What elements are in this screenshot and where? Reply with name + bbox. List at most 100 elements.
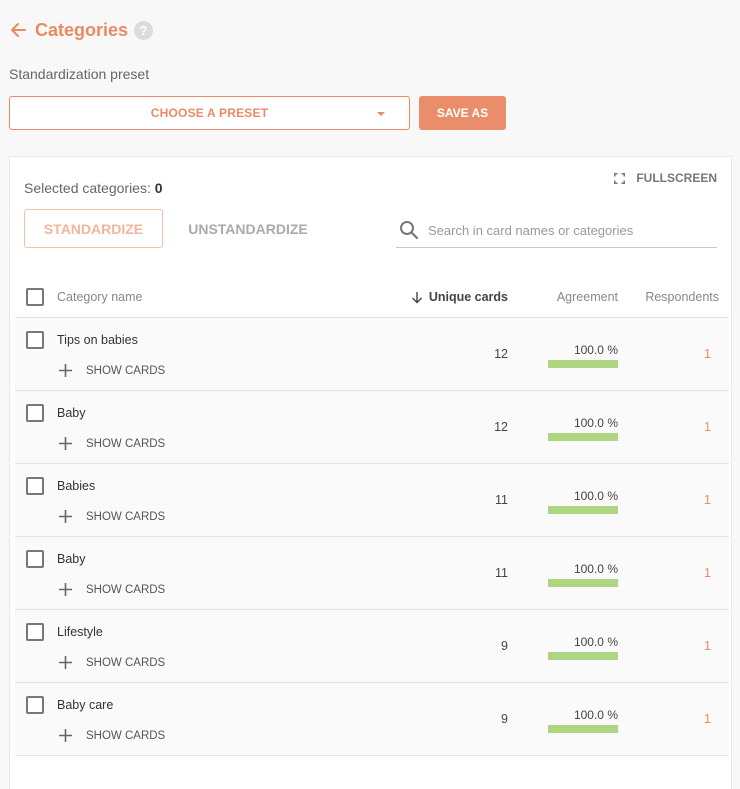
agreement-cell: 100.0 %: [548, 416, 618, 441]
agreement-cell: 100.0 %: [548, 708, 618, 733]
category-name: Baby care: [57, 698, 114, 712]
save-as-button[interactable]: SAVE AS: [419, 96, 506, 130]
selected-categories: Selected categories: 0: [24, 180, 163, 196]
show-cards-button[interactable]: SHOW CARDS: [58, 436, 165, 451]
agreement-bar-fill: [548, 433, 618, 441]
agreement-percent: 100.0 %: [573, 635, 618, 649]
table-row: Baby care SHOW CARDS 9 100.0 % 1: [15, 683, 729, 756]
plus-icon: [59, 583, 72, 596]
show-cards-button[interactable]: SHOW CARDS: [58, 363, 165, 378]
show-cards-button[interactable]: SHOW CARDS: [58, 728, 165, 743]
show-cards-label: SHOW CARDS: [86, 656, 166, 669]
selected-count: 0: [154, 180, 163, 196]
column-header-respondents[interactable]: Respondents: [645, 290, 719, 304]
row-checkbox[interactable]: [26, 696, 44, 714]
respondents-count[interactable]: 1: [704, 347, 711, 361]
agreement-percent: 100.0 %: [573, 416, 618, 430]
agreement-bar-fill: [548, 506, 618, 514]
agreement-bar: [548, 506, 618, 514]
categories-panel: FULLSCREEN Selected categories: 0 STANDA…: [9, 156, 732, 789]
table-row: Baby SHOW CARDS 12 100.0 % 1: [15, 391, 729, 464]
category-name: Baby: [57, 552, 86, 566]
column-header-agreement[interactable]: Agreement: [557, 290, 618, 304]
respondents-count[interactable]: 1: [704, 493, 711, 507]
fullscreen-label: FULLSCREEN: [636, 171, 717, 185]
category-name: Lifestyle: [57, 625, 103, 639]
table-row: Babies SHOW CARDS 11 100.0 % 1: [15, 464, 729, 537]
show-cards-button[interactable]: SHOW CARDS: [58, 655, 165, 670]
unique-cards-count: 11: [495, 566, 508, 580]
agreement-percent: 100.0 %: [573, 343, 618, 357]
category-name: Tips on babies: [57, 333, 138, 347]
plus-icon: [59, 729, 72, 742]
agreement-bar: [548, 652, 618, 660]
arrow-left-icon[interactable]: [9, 21, 27, 39]
plus-icon: [59, 364, 72, 377]
categories-table: Category name Unique cards Agreement Res…: [15, 278, 729, 756]
unique-cards-count: 12: [494, 420, 508, 434]
help-icon[interactable]: ?: [134, 20, 154, 40]
show-cards-button[interactable]: SHOW CARDS: [58, 509, 165, 524]
search-field[interactable]: [396, 213, 717, 248]
show-cards-label: SHOW CARDS: [86, 583, 166, 596]
column-header-unique-cards-label: Unique cards: [428, 290, 508, 304]
unique-cards-count: 9: [501, 712, 508, 726]
agreement-cell: 100.0 %: [548, 343, 618, 368]
respondents-count[interactable]: 1: [704, 712, 711, 726]
category-name: Baby: [57, 406, 86, 420]
caret-down-icon: [377, 112, 385, 116]
table-row: Lifestyle SHOW CARDS 9 100.0 % 1: [15, 610, 729, 683]
show-cards-label: SHOW CARDS: [86, 364, 166, 377]
selected-label: Selected categories:: [24, 180, 151, 196]
standardize-button[interactable]: STANDARDIZE: [24, 209, 163, 248]
agreement-cell: 100.0 %: [548, 489, 618, 514]
row-checkbox[interactable]: [26, 477, 44, 495]
show-cards-button[interactable]: SHOW CARDS: [58, 582, 165, 597]
category-name: Babies: [57, 479, 96, 493]
arrow-down-icon: [411, 291, 422, 303]
preset-select-value: CHOOSE A PRESET: [150, 106, 269, 120]
preset-select[interactable]: CHOOSE A PRESET: [9, 96, 410, 130]
search-input[interactable]: [428, 222, 698, 238]
agreement-cell: 100.0 %: [548, 635, 618, 660]
row-checkbox[interactable]: [26, 623, 44, 641]
page-title: Categories: [35, 19, 129, 40]
agreement-bar-fill: [548, 652, 618, 660]
plus-icon: [59, 510, 72, 523]
column-header-category-name[interactable]: Category name: [57, 290, 142, 304]
table-body: Tips on babies SHOW CARDS 12 100.0 % 1 B…: [15, 318, 729, 756]
agreement-percent: 100.0 %: [573, 562, 618, 576]
fullscreen-button[interactable]: FULLSCREEN: [614, 171, 717, 185]
plus-icon: [59, 437, 72, 450]
plus-icon: [59, 656, 72, 669]
column-header-unique-cards[interactable]: Unique cards: [411, 290, 508, 304]
agreement-cell: 100.0 %: [548, 562, 618, 587]
table-header: Category name Unique cards Agreement Res…: [15, 278, 729, 318]
row-checkbox[interactable]: [26, 404, 44, 422]
select-all-checkbox[interactable]: [26, 288, 44, 306]
unstandardize-button[interactable]: UNSTANDARDIZE: [175, 209, 321, 248]
show-cards-label: SHOW CARDS: [86, 510, 166, 523]
agreement-bar-fill: [548, 725, 618, 733]
row-checkbox[interactable]: [26, 550, 44, 568]
table-row: Baby SHOW CARDS 11 100.0 % 1: [15, 537, 729, 610]
show-cards-label: SHOW CARDS: [86, 729, 166, 742]
preset-label: Standardization preset: [9, 66, 150, 82]
page-header: Categories ?: [9, 18, 154, 42]
respondents-count[interactable]: 1: [704, 566, 711, 580]
search-icon: [400, 221, 419, 240]
agreement-bar-fill: [548, 360, 618, 368]
agreement-bar-fill: [548, 579, 618, 587]
show-cards-label: SHOW CARDS: [86, 437, 166, 450]
agreement-bar: [548, 725, 618, 733]
row-checkbox[interactable]: [26, 331, 44, 349]
agreement-percent: 100.0 %: [573, 708, 618, 722]
table-row: Tips on babies SHOW CARDS 12 100.0 % 1: [15, 318, 729, 391]
fullscreen-icon: [614, 172, 626, 184]
unique-cards-count: 9: [501, 639, 508, 653]
agreement-bar: [548, 579, 618, 587]
unique-cards-count: 11: [495, 493, 508, 507]
respondents-count[interactable]: 1: [704, 639, 711, 653]
respondents-count[interactable]: 1: [704, 420, 711, 434]
agreement-percent: 100.0 %: [573, 489, 618, 503]
